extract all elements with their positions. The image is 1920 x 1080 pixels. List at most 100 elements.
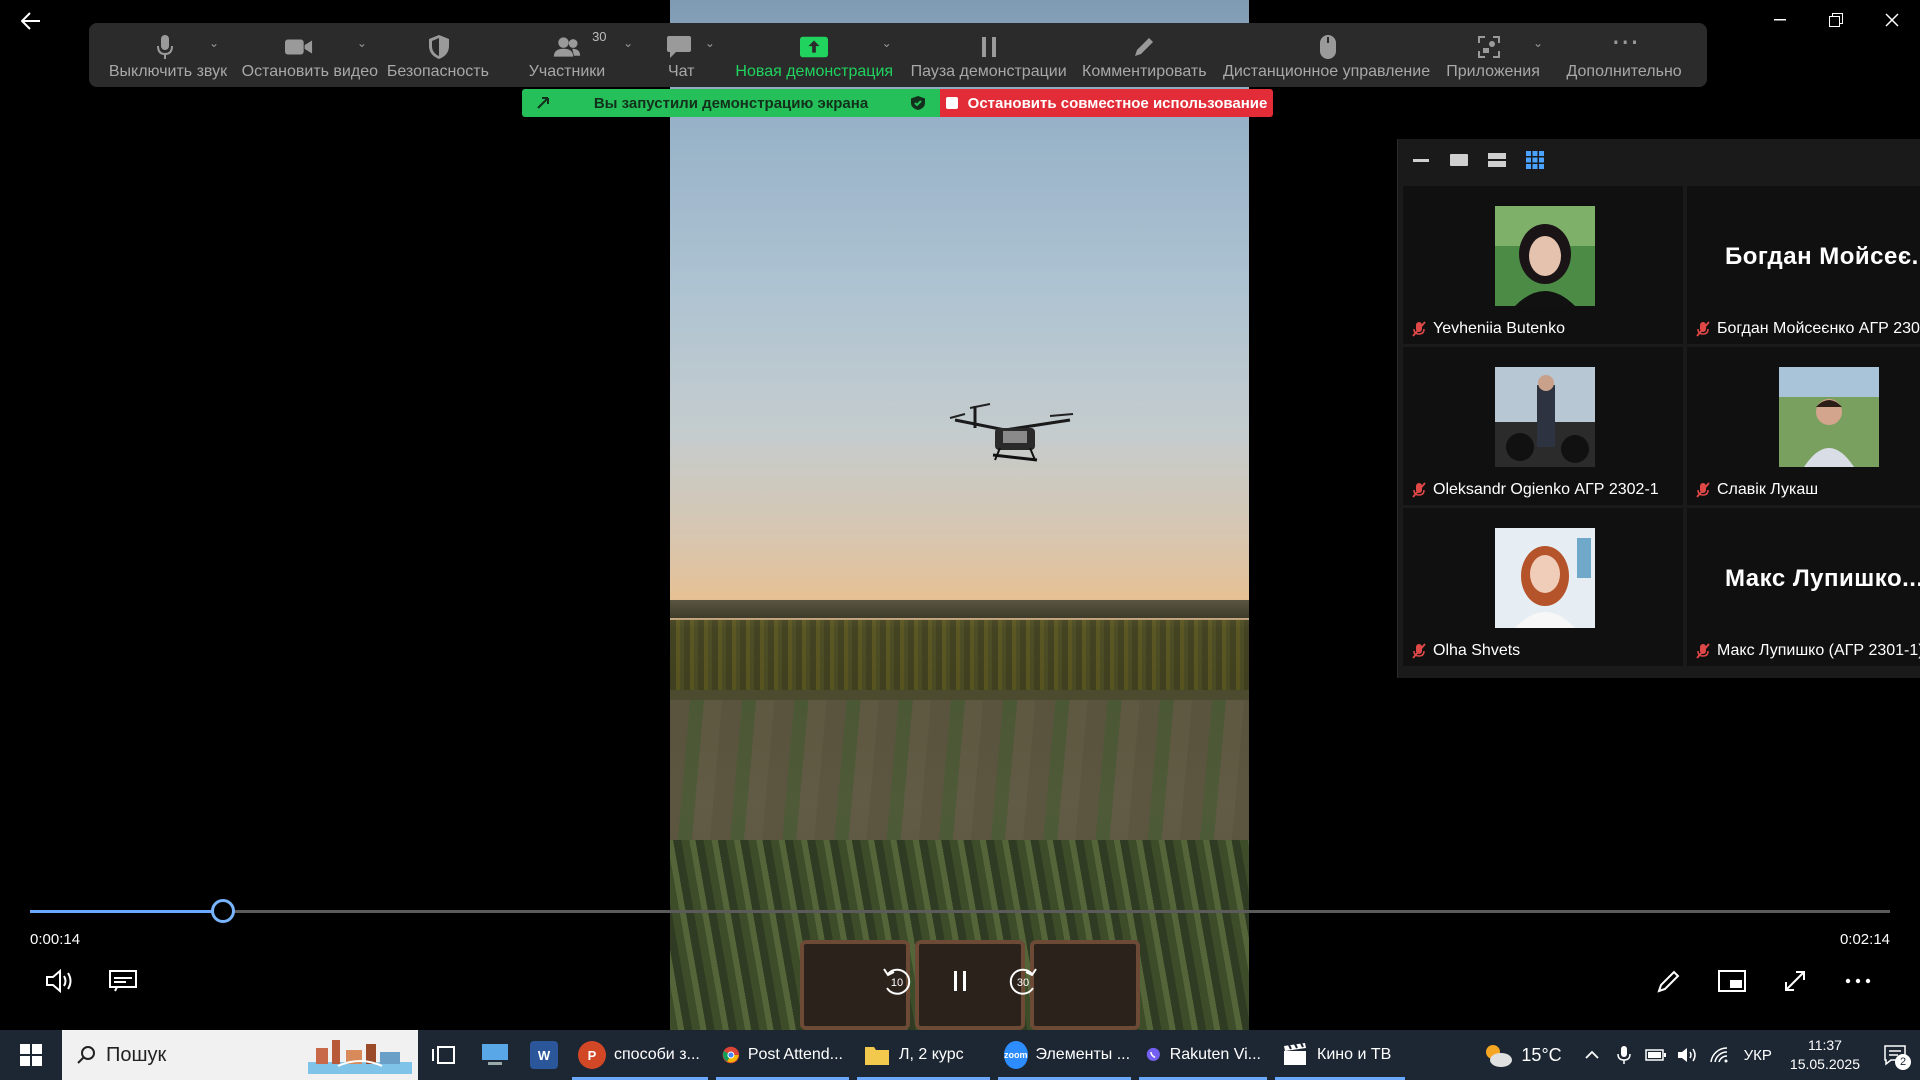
pause-share-button[interactable]: Пауза демонстрации (907, 23, 1071, 87)
muted-microphone-icon (1412, 482, 1426, 498)
more-options-button[interactable] (1840, 963, 1876, 999)
taskbar-app-label: Кино и ТВ (1317, 1046, 1392, 1063)
participant-tile[interactable]: Богдан Мойсеє... Богдан Мойсеєнко АГР 23… (1687, 186, 1920, 344)
annotate-button[interactable]: Комментировать (1070, 23, 1218, 87)
taskbar-app-label: способи з... (614, 1046, 700, 1063)
more-dots-icon: ⋯ (1611, 25, 1640, 57)
video-options-chevron-icon[interactable]: ⌄ (357, 36, 367, 50)
search-icon (77, 1046, 95, 1064)
video-frame[interactable] (670, 0, 1249, 1030)
participant-name-bar: Oleksandr Ogienko АГР 2302-1 (1411, 481, 1659, 499)
participant-photo (1495, 528, 1595, 628)
taskbar-search[interactable]: Пошук (62, 1030, 418, 1080)
subtitles-icon (109, 970, 137, 992)
taskbar-app[interactable]: Л, 2 курс (853, 1030, 994, 1080)
show-hidden-icons-button[interactable] (1579, 1030, 1605, 1080)
new-share-button[interactable]: ⌄ Новая демонстрация (722, 23, 907, 87)
taskbar-app[interactable]: Rakuten Vi... (1135, 1030, 1271, 1080)
share-options-chevron-icon[interactable]: ⌄ (882, 36, 892, 50)
apps-options-chevron-icon[interactable]: ⌄ (1533, 36, 1543, 50)
encryption-shield-icon[interactable] (910, 95, 926, 111)
participant-tile[interactable]: Oleksandr Ogienko АГР 2302-1 (1403, 347, 1683, 505)
video-field (670, 700, 1249, 850)
participant-photo (1779, 367, 1879, 467)
edit-button[interactable] (1651, 963, 1687, 999)
taskbar-app[interactable]: Post Attend... (712, 1030, 853, 1080)
mute-button[interactable]: ⌄ Выключить звук (99, 23, 237, 87)
participant-display-name: Богдан Мойсеє... (1725, 243, 1920, 270)
seek-thumb[interactable] (211, 899, 236, 923)
apps-button[interactable]: ⌄ Приложения (1435, 23, 1551, 87)
film-clapper-icon (1284, 1042, 1306, 1065)
taskbar-app[interactable]: P способи з... (568, 1030, 712, 1080)
subtitles-button[interactable] (105, 963, 141, 999)
taskbar-app-label: Rakuten Vi... (1169, 1046, 1261, 1063)
share-status: Вы запустили демонстрацию экрана (522, 89, 940, 117)
participants-button[interactable]: 30 ⌄ Участники (493, 23, 641, 87)
participants-options-chevron-icon[interactable]: ⌄ (623, 36, 633, 50)
shield-icon (425, 33, 453, 61)
taskbar-app-label: Элементы ... (1035, 1046, 1131, 1063)
participant-photo (1495, 367, 1595, 467)
chat-label: Чат (667, 63, 695, 80)
participant-tile[interactable]: Макс Лупишко... Макс Лупишко (АГР 2301-1… (1687, 508, 1920, 666)
tray-battery[interactable] (1643, 1030, 1669, 1080)
taskbar-word-app[interactable]: W (520, 1030, 568, 1080)
active-speaker-layout-button[interactable] (1448, 151, 1470, 169)
skip-forward-button[interactable]: 30 (1005, 963, 1041, 999)
start-button[interactable] (0, 1030, 62, 1080)
tray-volume[interactable] (1675, 1030, 1701, 1080)
back-button[interactable] (16, 6, 46, 36)
participant-tile[interactable]: Yevheniia Butenko (1403, 186, 1683, 344)
mini-view-button[interactable] (1714, 963, 1750, 999)
taskbar-computer-app[interactable] (470, 1030, 520, 1080)
strip-layout-button[interactable] (1486, 151, 1508, 169)
minimize-button[interactable] (1752, 0, 1808, 40)
participant-tile[interactable]: Olha Shvets (1403, 508, 1683, 666)
task-view-button[interactable] (418, 1030, 470, 1080)
mute-options-chevron-icon[interactable]: ⌄ (209, 36, 219, 50)
skip-back-button[interactable]: 10 (879, 963, 915, 999)
minimize-panel-button[interactable] (1410, 151, 1432, 169)
volume-button[interactable] (42, 963, 78, 999)
seek-bar[interactable] (30, 899, 1890, 923)
word-icon: W (530, 1041, 558, 1069)
restore-button[interactable] (1808, 0, 1864, 40)
clock[interactable]: 11:37 15.05.2025 (1790, 1036, 1860, 1074)
pause-button[interactable] (942, 963, 978, 999)
drone-image (949, 403, 1074, 462)
taskbar-app[interactable]: Кино и ТВ (1271, 1030, 1409, 1080)
participant-tile[interactable]: Славік Лукаш (1687, 347, 1920, 505)
chat-button[interactable]: ⌄ Чат (641, 23, 722, 87)
stop-video-button[interactable]: ⌄ Остановить видео (237, 23, 383, 87)
fullscreen-button[interactable] (1777, 963, 1813, 999)
volume-icon (46, 969, 72, 993)
taskbar-app[interactable]: zoom Элементы ... (994, 1030, 1135, 1080)
video-camera-icon (284, 33, 313, 61)
powerpoint-icon: P (578, 1041, 606, 1069)
remote-control-button[interactable]: Дистанционное управление (1218, 23, 1435, 87)
notification-count-badge: 2 (1895, 1054, 1911, 1070)
folder-icon (865, 1047, 889, 1065)
stop-share-button[interactable]: Остановить совместное использование (940, 89, 1273, 117)
tray-microphone[interactable] (1611, 1030, 1637, 1080)
new-share-label: Новая демонстрация (735, 63, 894, 80)
weather-widget[interactable]: 15°C (1483, 1030, 1562, 1080)
language-indicator[interactable]: УКР (1744, 1030, 1772, 1080)
wifi-icon (1709, 1047, 1728, 1063)
gallery-layout-button[interactable] (1524, 151, 1546, 169)
seek-progress (30, 910, 224, 913)
chat-options-chevron-icon[interactable]: ⌄ (705, 36, 715, 50)
panel-layout-toolbar (1398, 139, 1920, 181)
svg-text:10: 10 (891, 977, 903, 989)
skip-forward-icon: 30 (1009, 968, 1037, 995)
clock-date: 15.05.2025 (1789, 1056, 1860, 1072)
notifications-button[interactable]: 2 (1873, 1030, 1917, 1080)
current-time: 0:00:14 (30, 931, 81, 948)
more-button[interactable]: ⋯ Дополнительно (1551, 23, 1697, 87)
participant-name: Yevheniia Butenko (1433, 320, 1565, 337)
tray-network[interactable] (1707, 1030, 1733, 1080)
close-button[interactable] (1864, 0, 1920, 40)
security-button[interactable]: Безопасность (383, 23, 493, 87)
zoom-meeting-toolbar: ⌄ Выключить звук ⌄ Остановить видео Безо… (89, 23, 1707, 87)
